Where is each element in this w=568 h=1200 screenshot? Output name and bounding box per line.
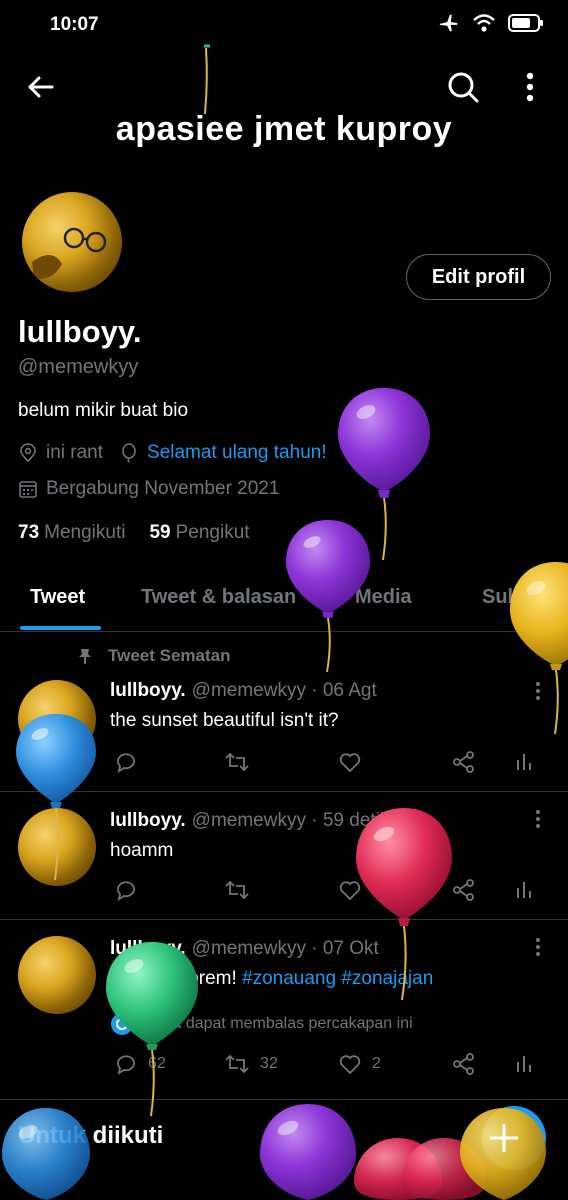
share-button[interactable]	[452, 750, 476, 774]
retweet-icon	[225, 880, 249, 900]
profile-handle: @memewkyy	[18, 356, 139, 378]
tweet-header: lullboyy. @memewkyy · 06 Agt	[110, 680, 377, 702]
balloon-icon	[122, 443, 136, 463]
tweet-author: lullboyy.	[110, 810, 186, 831]
retweet-icon	[225, 1054, 249, 1074]
analytics-icon	[517, 754, 531, 770]
balloon-icon	[2, 1108, 90, 1200]
status-bar: 10:07	[0, 0, 568, 48]
tab-tweet-balasan[interactable]: Tweet & balasan	[141, 586, 296, 609]
airplane-icon	[438, 12, 460, 39]
reply-icon	[117, 753, 135, 773]
profile-joined: Bergabung November 2021	[46, 478, 280, 499]
tweet-item[interactable]: lullboyy.@memewkyy · 07 Okt need spoprem…	[0, 920, 568, 1100]
followers-count: 59	[149, 522, 171, 543]
profile-joined-row: Bergabung November 2021	[18, 478, 279, 500]
analytics-button[interactable]	[512, 1052, 536, 1076]
profile-meta-row: ini rant Selamat ulang tahun!	[18, 442, 327, 464]
balloon-icon	[286, 520, 370, 673]
tweet-text: the sunset beautiful isn't it?	[110, 710, 339, 731]
pinned-label-row: Tweet Sematan	[76, 646, 231, 666]
tweet-meta: @memewkyy · 06 Agt	[191, 680, 377, 701]
tweet-more-button[interactable]	[530, 808, 546, 830]
retweet-icon	[225, 752, 249, 772]
retweet-count: 32	[260, 1055, 278, 1072]
share-button[interactable]	[452, 1052, 476, 1076]
analytics-icon	[517, 882, 531, 898]
search-icon	[448, 72, 479, 103]
like-button[interactable]: 2	[338, 1052, 381, 1076]
reply-button[interactable]	[114, 750, 138, 774]
edit-profile-button[interactable]: Edit profil	[406, 254, 551, 300]
pin-icon	[79, 649, 91, 664]
analytics-icon	[517, 1056, 531, 1072]
balloon-string-icon	[204, 44, 210, 115]
active-tab-indicator	[20, 626, 101, 630]
analytics-button[interactable]	[512, 750, 536, 774]
tweet-avatar[interactable]	[18, 936, 96, 1014]
tweet-header: lullboyy. @memewkyy · 59 detik	[110, 810, 389, 832]
like-count: 2	[372, 1055, 381, 1072]
profile-birthday-link[interactable]: Selamat ulang tahun!	[147, 442, 327, 464]
compose-tweet-button[interactable]	[470, 1106, 544, 1180]
avatar-face-icon	[32, 227, 107, 279]
profile-display-name: lullboyy.	[18, 314, 142, 349]
hashtag-link[interactable]: #zonauang	[242, 968, 336, 989]
more-vertical-icon	[526, 72, 534, 102]
like-button[interactable]	[338, 750, 362, 774]
reply-button[interactable]	[114, 878, 138, 902]
follow-stats: 73 Mengikuti 59 Pengikut	[18, 522, 250, 544]
balloon-icon	[260, 1104, 356, 1200]
status-icons	[438, 12, 544, 39]
pinned-label: Tweet Sematan	[108, 646, 231, 665]
tab-tweet[interactable]: Tweet	[30, 586, 85, 609]
tweet-author: lullboyy.	[110, 680, 186, 701]
tweet-text: hoamm	[110, 840, 174, 861]
followers-link[interactable]: 59 Pengikut	[149, 522, 249, 544]
like-icon	[339, 753, 361, 773]
profile-avatar[interactable]	[22, 192, 122, 292]
status-time: 10:07	[50, 14, 99, 35]
wifi-icon	[472, 12, 496, 39]
profile-bio: belum mikir buat bio	[18, 400, 189, 421]
back-button[interactable]	[24, 70, 58, 104]
more-vertical-icon	[536, 810, 540, 828]
calendar-icon	[19, 481, 37, 498]
battery-icon	[508, 12, 544, 39]
like-icon	[339, 1055, 361, 1075]
analytics-button[interactable]	[512, 878, 536, 902]
balloon-icon	[16, 714, 96, 881]
tweet-meta: @memewkyy · 07 Okt	[191, 938, 379, 959]
profile-location: ini rant	[46, 442, 104, 463]
more-vertical-icon	[536, 938, 540, 956]
share-icon	[453, 751, 474, 773]
retweet-button[interactable]	[224, 878, 250, 902]
tweet-actions	[110, 878, 550, 906]
following-count: 73	[18, 522, 40, 543]
followers-label: Pengikut	[175, 522, 250, 543]
balloon-icon	[106, 942, 198, 1117]
retweet-button[interactable]: 32	[224, 1052, 278, 1076]
back-arrow-icon	[28, 76, 54, 98]
balloon-icon	[356, 808, 452, 1001]
balloon-icon	[510, 562, 568, 735]
header-title: apasiee jmet kuproy	[115, 110, 453, 148]
retweet-button[interactable]	[224, 750, 250, 774]
tweet-actions	[110, 750, 550, 778]
search-button[interactable]	[446, 70, 480, 104]
tweet-more-button[interactable]	[530, 936, 546, 958]
following-label: Mengikuti	[44, 522, 126, 543]
share-icon	[453, 1053, 474, 1075]
location-icon	[20, 443, 36, 463]
reply-icon	[117, 881, 135, 901]
following-link[interactable]: 73 Mengikuti	[18, 522, 125, 544]
more-options-button[interactable]	[516, 70, 544, 104]
